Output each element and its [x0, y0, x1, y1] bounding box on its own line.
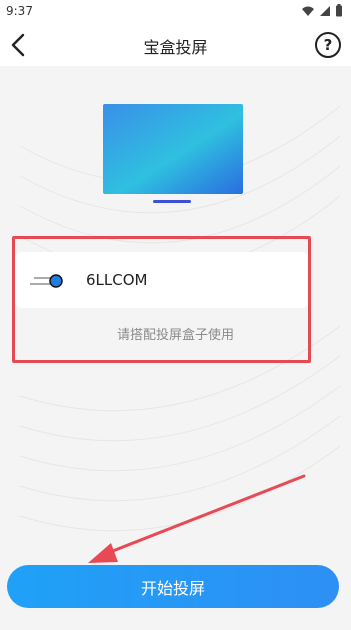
- tv-screen-illustration: [103, 104, 243, 203]
- status-bar: 9:37: [0, 0, 351, 24]
- signal-icon: [320, 5, 330, 16]
- connection-key-icon: [30, 274, 63, 288]
- pairing-hint: 请搭配投屏盒子使用: [116, 328, 234, 343]
- help-icon[interactable]: ?: [315, 32, 341, 58]
- wifi-icon: [302, 6, 314, 16]
- app-header: 宝盒投屏 ?: [0, 24, 351, 66]
- screen-code-input[interactable]: [86, 266, 296, 294]
- battery-icon: [336, 4, 342, 17]
- code-input-card: [14, 252, 310, 308]
- page-title: 宝盒投屏: [143, 38, 208, 57]
- status-icons: [301, 4, 343, 17]
- start-casting-button[interactable]: 开始投屏: [7, 565, 339, 608]
- status-time: 9:37: [6, 4, 33, 18]
